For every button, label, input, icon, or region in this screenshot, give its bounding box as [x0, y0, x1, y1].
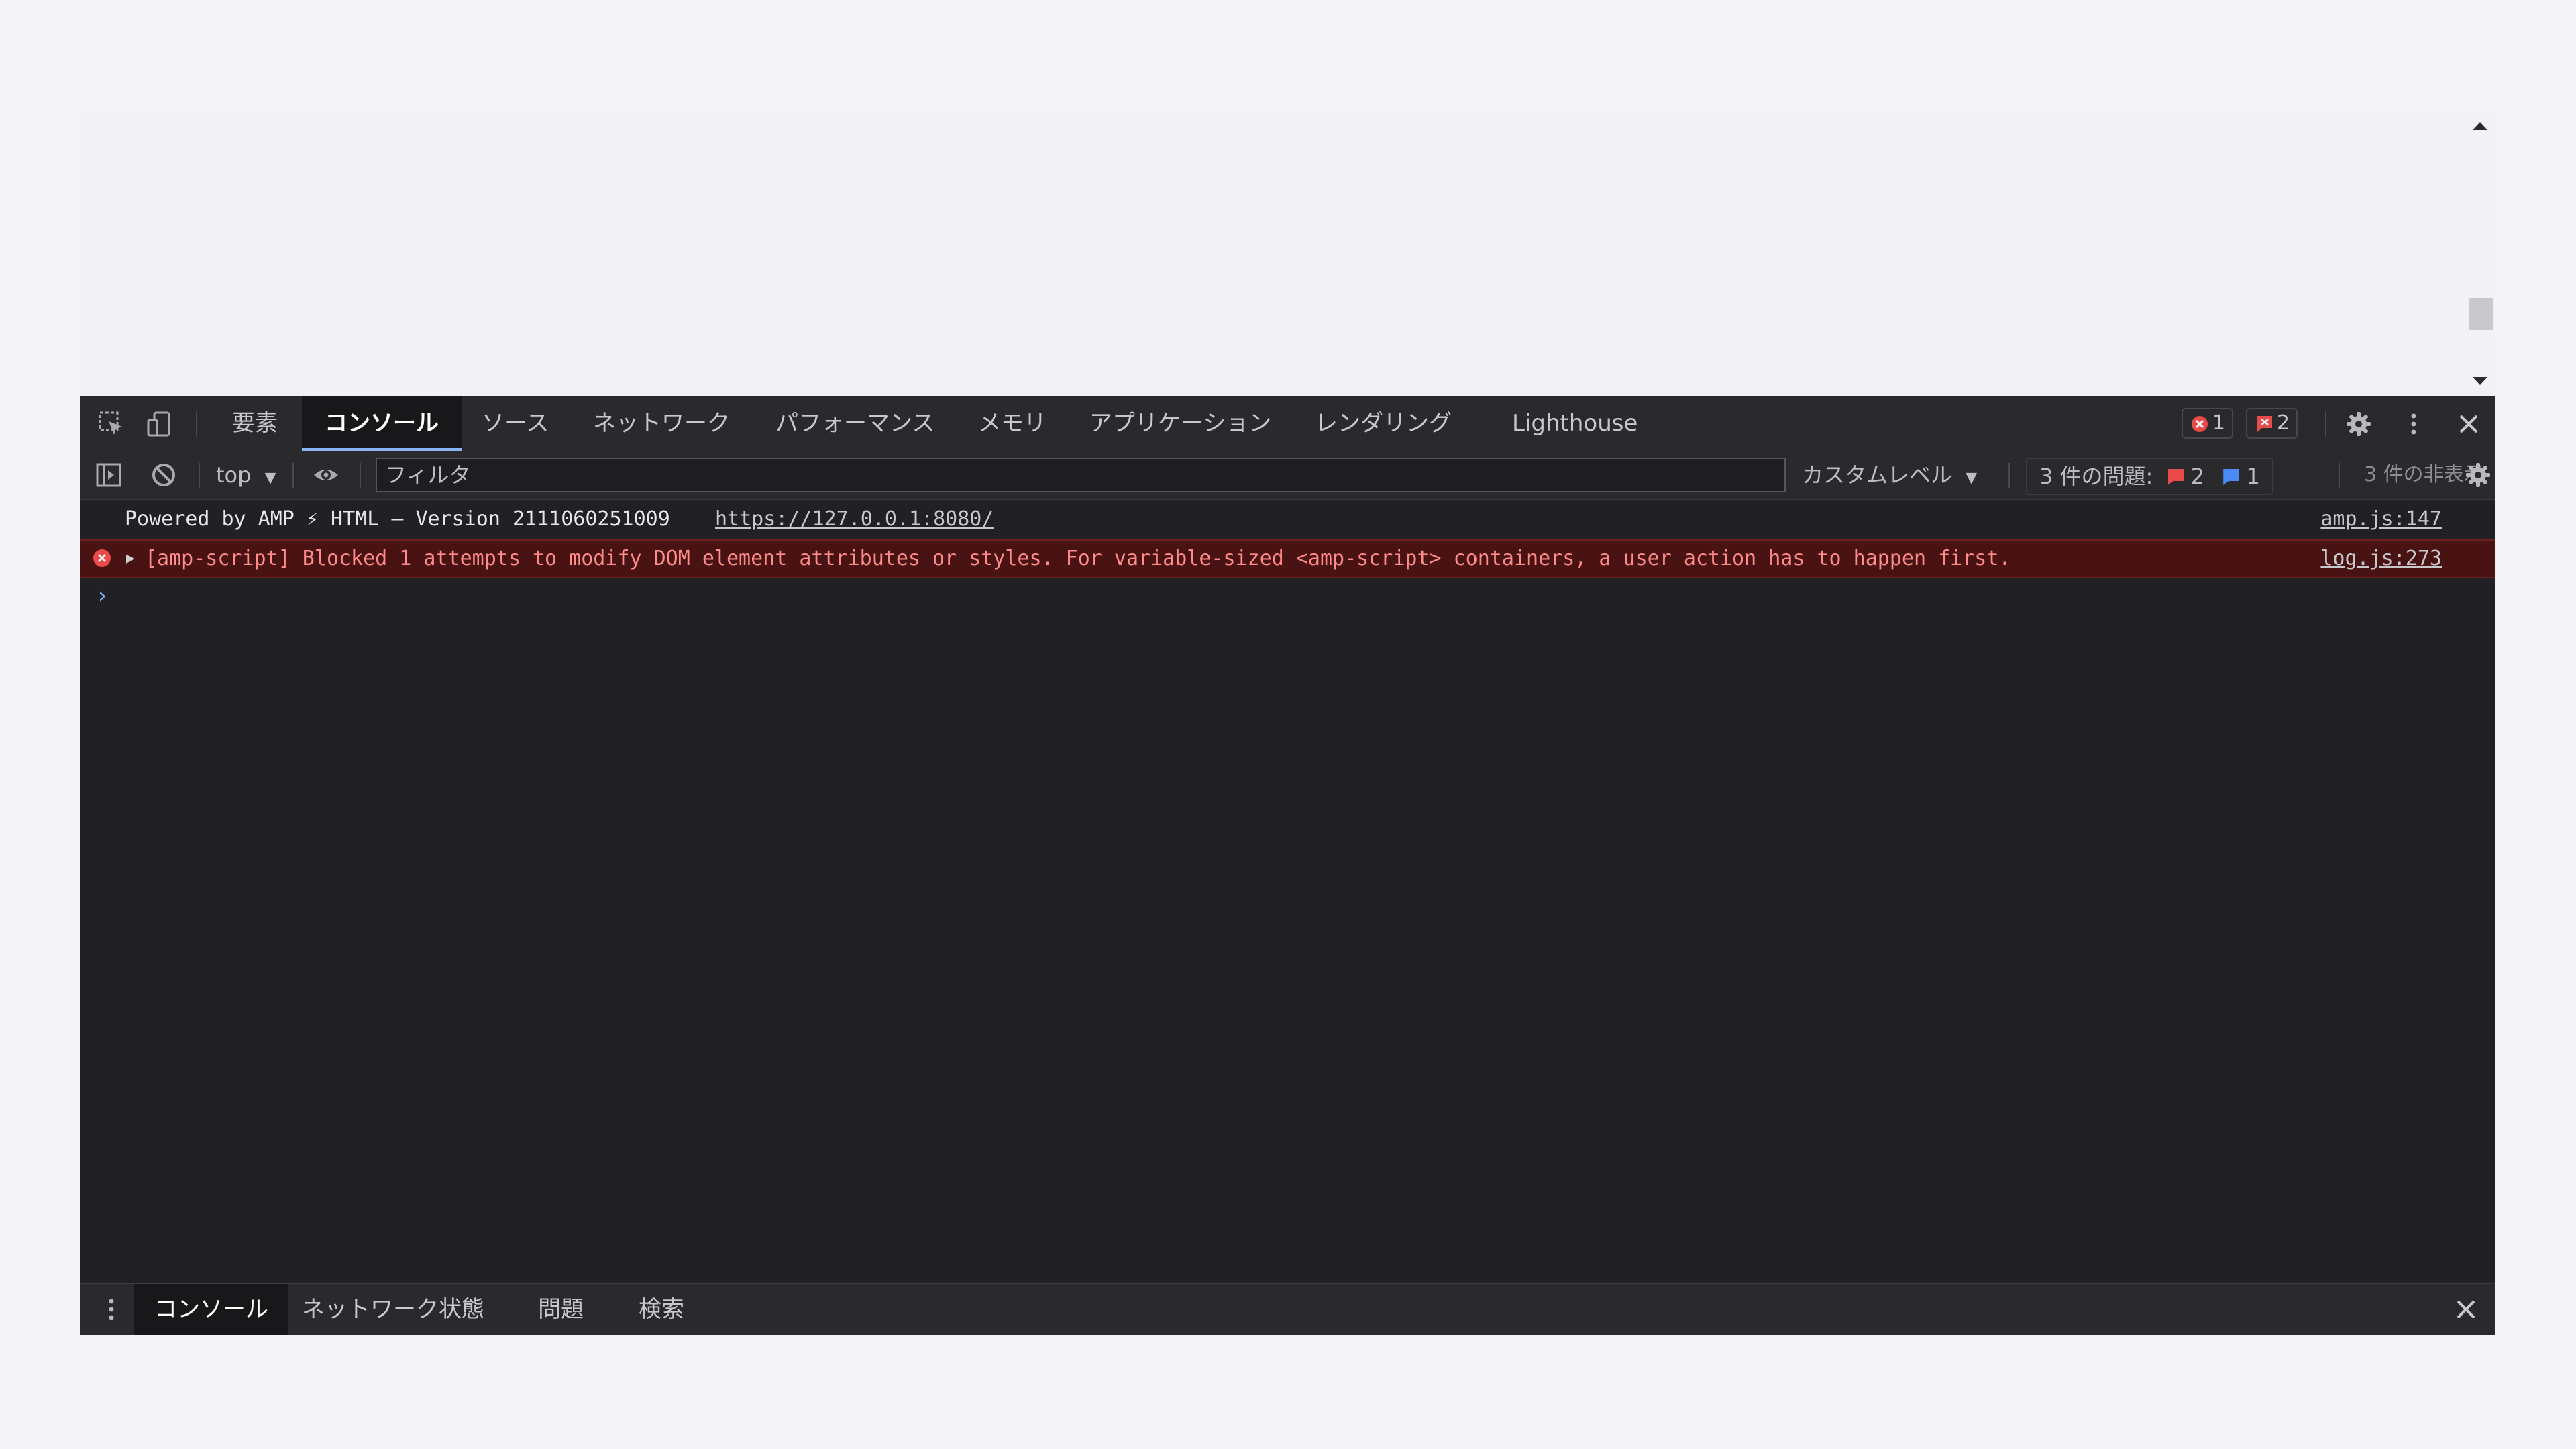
- tab-memory[interactable]: メモリ: [978, 396, 1046, 451]
- console-settings-gear-icon[interactable]: [2465, 462, 2491, 488]
- context-selector[interactable]: top ▼: [216, 451, 276, 499]
- issue-flag-icon: [2257, 416, 2272, 432]
- chevron-down-icon: ▼: [1966, 470, 1978, 486]
- live-expression-eye-icon[interactable]: [313, 462, 339, 488]
- console-output: Powered by AMP ⚡ HTML – Version 21110602…: [80, 500, 2496, 1216]
- context-label: top: [216, 462, 252, 488]
- info-message-text: Powered by AMP ⚡ HTML – Version 21110602…: [125, 507, 670, 531]
- issue-info-flag-icon: [2223, 469, 2240, 485]
- error-icon: [2192, 416, 2208, 432]
- close-devtools-icon[interactable]: [2455, 411, 2482, 437]
- issues-button[interactable]: 3 件の問題: 2 1: [2026, 458, 2273, 495]
- tab-elements[interactable]: 要素: [232, 396, 278, 451]
- divider: [2008, 463, 2010, 488]
- console-toolbar: top ▼ フィルタ カスタムレベル ▼ 3 件の問題: 2 1 3 件の非表示: [80, 451, 2496, 500]
- page-viewport: [80, 113, 2496, 396]
- sidebar-toggle-icon[interactable]: [95, 462, 122, 488]
- settings-gear-icon[interactable]: [2345, 411, 2372, 437]
- tab-network[interactable]: ネットワーク: [593, 396, 730, 451]
- tab-sources[interactable]: ソース: [482, 396, 549, 451]
- tab-rendering[interactable]: レンダリング: [1315, 396, 1452, 451]
- drawer-tab-issues[interactable]: 問題: [538, 1284, 584, 1335]
- drawer-tabbar: コンソール ネットワーク状態 問題 検索: [80, 1283, 2496, 1335]
- more-options-icon[interactable]: [2400, 411, 2427, 437]
- tab-application[interactable]: アプリケーション: [1089, 396, 1271, 451]
- issues-count: 2: [2277, 411, 2290, 435]
- device-toolbar-icon[interactable]: [146, 411, 173, 437]
- error-count-badge[interactable]: 1: [2182, 408, 2234, 439]
- devtools-panel: 要素 コンソール ソース ネットワーク パフォーマンス メモリ アプリケーション…: [80, 396, 2496, 1335]
- scrollbar-thumb[interactable]: [2469, 298, 2493, 330]
- tab-console[interactable]: コンソール: [302, 396, 462, 451]
- log-level-dropdown[interactable]: カスタムレベル ▼: [1802, 451, 1977, 499]
- divider: [292, 463, 294, 488]
- divider: [360, 463, 361, 488]
- expand-triangle-icon[interactable]: ▶: [126, 541, 135, 577]
- drawer-menu-icon[interactable]: [98, 1296, 125, 1323]
- divider: [196, 411, 197, 437]
- close-drawer-icon[interactable]: [2453, 1296, 2479, 1323]
- error-count: 1: [2212, 411, 2226, 435]
- issue-error-flag-icon: [2167, 469, 2184, 485]
- chevron-down-icon: ▼: [264, 470, 276, 486]
- drawer-tab-console[interactable]: コンソール: [134, 1284, 288, 1335]
- error-message-text: [amp-script] Blocked 1 attempts to modif…: [145, 547, 2011, 570]
- info-message-url[interactable]: https://127.0.0.1:8080/: [715, 500, 994, 538]
- log-level-label: カスタムレベル: [1802, 462, 1953, 488]
- clear-console-icon[interactable]: [150, 462, 177, 488]
- divider: [2339, 463, 2340, 488]
- issues-label: 3 件の問題:: [2039, 464, 2153, 489]
- drawer-tab-network-conditions[interactable]: ネットワーク状態: [302, 1284, 484, 1335]
- issues-count-badge[interactable]: 2: [2246, 408, 2298, 439]
- scroll-up-arrow[interactable]: [2473, 122, 2487, 130]
- tab-lighthouse[interactable]: Lighthouse: [1512, 396, 1638, 451]
- filter-input[interactable]: フィルタ: [376, 458, 1786, 492]
- divider: [2325, 411, 2326, 437]
- scroll-down-arrow[interactable]: [2473, 377, 2487, 385]
- issues-info-count: 1: [2246, 464, 2260, 489]
- error-source-link[interactable]: log.js:273: [2320, 541, 2442, 577]
- divider: [199, 463, 200, 488]
- inspect-element-icon[interactable]: [98, 411, 125, 437]
- console-message-error: ▶ [amp-script] Blocked 1 attempts to mod…: [80, 539, 2496, 578]
- devtools-tabbar: 要素 コンソール ソース ネットワーク パフォーマンス メモリ アプリケーション…: [80, 396, 2496, 451]
- tab-performance[interactable]: パフォーマンス: [775, 396, 934, 451]
- console-message-info: Powered by AMP ⚡ HTML – Version 21110602…: [80, 500, 2496, 538]
- drawer-tab-search[interactable]: 検索: [639, 1284, 684, 1335]
- error-icon: [93, 549, 111, 567]
- issues-error-count: 2: [2190, 464, 2205, 489]
- info-source-link[interactable]: amp.js:147: [2320, 500, 2442, 538]
- console-prompt-icon[interactable]: ›: [95, 582, 109, 609]
